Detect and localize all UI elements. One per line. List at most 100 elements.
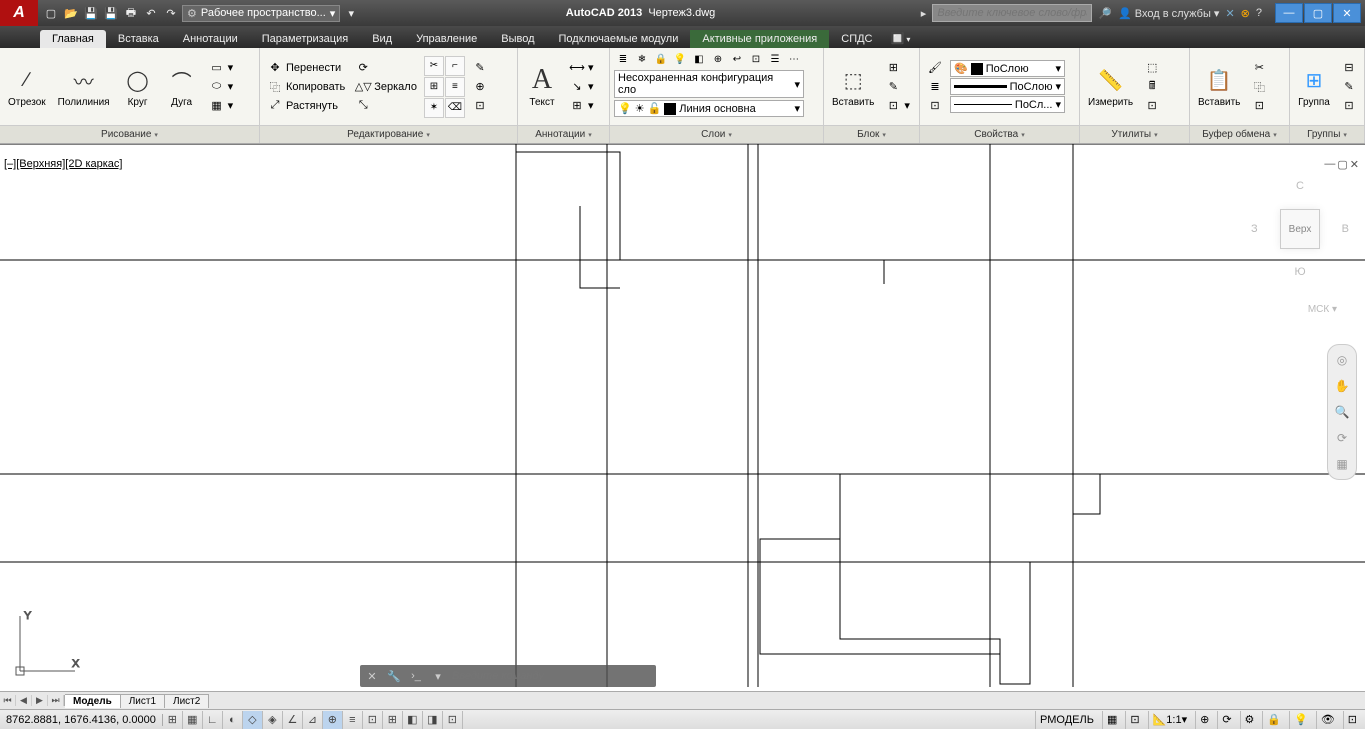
group-mgr-button[interactable]: ⊡ xyxy=(1338,97,1360,115)
erase-button[interactable]: ⌫ xyxy=(445,98,465,118)
play-icon[interactable]: ▸ xyxy=(921,7,927,20)
quickcalc-button[interactable]: 🖩 xyxy=(1141,78,1163,96)
trim-button[interactable]: ✂ xyxy=(424,56,444,76)
layer-lock-button[interactable]: 🔒 xyxy=(652,50,670,68)
orbit-icon[interactable]: ⟳ xyxy=(1333,429,1351,447)
layer-walk-button[interactable]: ☰ xyxy=(766,50,784,68)
move-button[interactable]: ✥Перенести xyxy=(264,59,348,77)
stretch-button[interactable]: ⤢Растянуть xyxy=(264,97,348,115)
qat-more-icon[interactable]: ▾ xyxy=(342,4,360,22)
layer-prev-button[interactable]: ↩ xyxy=(728,50,746,68)
rect-button[interactable]: ▭▾ xyxy=(206,59,237,77)
panel-annot-title[interactable]: Аннотации xyxy=(518,125,609,143)
explode-button[interactable]: ✶ xyxy=(424,98,444,118)
layer-state-dropdown[interactable]: Несохраненная конфигурация сло▾ xyxy=(614,70,804,98)
measure-button[interactable]: 📏Измерить xyxy=(1084,63,1137,110)
3dosnap-toggle[interactable]: ◈ xyxy=(263,711,283,729)
infocenter-icon[interactable]: 🔎 xyxy=(1098,7,1112,20)
props-more-button[interactable]: ⊡ xyxy=(924,97,946,115)
viewcube-face[interactable]: Верх xyxy=(1280,209,1320,249)
cmd-history-icon[interactable]: ▾ xyxy=(430,670,446,683)
maximize-button[interactable]: ▢ xyxy=(1304,3,1332,23)
qp-toggle[interactable]: ⊞ xyxy=(383,711,403,729)
grid-toggle[interactable]: ▦ xyxy=(183,711,203,729)
command-input[interactable] xyxy=(452,670,652,682)
select-button[interactable]: ⬚ xyxy=(1141,59,1163,77)
group-edit-button[interactable]: ✎ xyxy=(1338,78,1360,96)
cut-button[interactable]: ✂ xyxy=(1248,59,1270,77)
wcs-dropdown[interactable]: МСК ▾ xyxy=(1308,304,1337,315)
layer-dropdown[interactable]: 💡☀🔓 Линия основна▾ xyxy=(614,100,804,117)
leader-button[interactable]: ↘▾ xyxy=(566,78,597,96)
tab-annotate[interactable]: Аннотации xyxy=(171,30,250,48)
tab-output[interactable]: Вывод xyxy=(489,30,546,48)
save-icon[interactable]: 💾 xyxy=(82,4,100,22)
signin-button[interactable]: 👤 Вход в службы ▾ xyxy=(1118,7,1219,20)
undo-icon[interactable]: ↶ xyxy=(142,4,160,22)
exchange-icon[interactable]: ✕ xyxy=(1225,7,1234,20)
zoom-icon[interactable]: 🔍 xyxy=(1333,403,1351,421)
close-button[interactable]: ✕ xyxy=(1333,3,1361,23)
layer-state-button[interactable]: ⊡ xyxy=(747,50,765,68)
match-props-button[interactable]: 🖌 xyxy=(924,59,946,77)
mod-extra1[interactable]: ✎ xyxy=(469,59,491,77)
polyline-button[interactable]: 〰Полилиния xyxy=(54,63,114,110)
cmd-config-icon[interactable]: 🔧 xyxy=(386,670,402,683)
layout-quick-icon[interactable]: ▦ xyxy=(1102,711,1121,729)
panel-groups-title[interactable]: Группы xyxy=(1290,125,1364,143)
saveas-icon[interactable]: 💾 xyxy=(102,4,120,22)
layer-match-button[interactable]: ⊕ xyxy=(709,50,727,68)
isolate-icon[interactable]: 👁 xyxy=(1316,711,1339,729)
panel-layers-title[interactable]: Слои xyxy=(610,125,823,143)
vp-close-icon[interactable]: ✕ xyxy=(1350,158,1359,171)
array-button[interactable]: ⊞ xyxy=(424,77,444,97)
layout-tab-sheet2[interactable]: Лист2 xyxy=(165,694,209,708)
showmotion-icon[interactable]: ▦ xyxy=(1333,455,1351,473)
color-dropdown[interactable]: 🎨ПоСлою▾ xyxy=(950,60,1065,77)
plot-icon[interactable]: 🖶 xyxy=(122,4,140,22)
polar-toggle[interactable]: ◐ xyxy=(223,711,243,729)
tab-spds[interactable]: СПДС xyxy=(829,30,884,48)
pan-icon[interactable]: ✋ xyxy=(1333,377,1351,395)
workspace-dropdown[interactable]: ⚙ Рабочее пространство... ▾ xyxy=(182,5,340,22)
selectall-button[interactable]: ⊡ xyxy=(1141,97,1163,115)
minimize-button[interactable]: — xyxy=(1275,3,1303,23)
new-icon[interactable]: ▢ xyxy=(42,4,60,22)
block-attr-button[interactable]: ⊡▾ xyxy=(882,97,913,115)
panel-block-title[interactable]: Блок xyxy=(824,125,919,143)
props-list-button[interactable]: ≣ xyxy=(924,78,946,96)
layer-props-button[interactable]: ≣ xyxy=(614,50,632,68)
tab-first-icon[interactable]: ⏮ xyxy=(0,695,16,706)
drawing-canvas[interactable]: [–][Верхняя][2D каркас] — ▢ ✕ С Ю В З Ве… xyxy=(0,144,1365,687)
layer-iso-button[interactable]: ◧ xyxy=(690,50,708,68)
layer-freeze-button[interactable]: ❄ xyxy=(633,50,651,68)
tab-prev-icon[interactable]: ◀ xyxy=(16,695,32,706)
rotate-button[interactable]: ⟳ xyxy=(352,59,420,77)
tab-view[interactable]: Вид xyxy=(360,30,404,48)
hardware-accel-icon[interactable]: 💡 xyxy=(1289,711,1312,729)
lwt-toggle[interactable]: ≡ xyxy=(343,711,363,729)
anno-scale-button[interactable]: 📐 1:1 ▾ xyxy=(1148,711,1192,729)
edit-block-button[interactable]: ✎ xyxy=(882,78,913,96)
ws-switch-icon[interactable]: ⚙ xyxy=(1240,711,1259,729)
search-input[interactable] xyxy=(932,4,1092,22)
panel-clip-title[interactable]: Буфер обмена xyxy=(1190,125,1289,143)
vp-max-icon[interactable]: ▢ xyxy=(1337,158,1347,171)
ungroup-button[interactable]: ⊟ xyxy=(1338,59,1360,77)
otrack-toggle[interactable]: ∠ xyxy=(283,711,303,729)
table-button[interactable]: ⊞▾ xyxy=(566,97,597,115)
anno-auto-icon[interactable]: ⟳ xyxy=(1217,711,1235,729)
insert-block-button[interactable]: ⬚Вставить xyxy=(828,63,878,110)
panel-draw-title[interactable]: Рисование xyxy=(0,125,259,143)
tab-active-apps[interactable]: Активные приложения xyxy=(690,30,829,48)
layout-tab-sheet1[interactable]: Лист1 xyxy=(121,694,165,708)
layer-more-button[interactable]: ⋯ xyxy=(785,50,803,68)
osnap-toggle[interactable]: ◇ xyxy=(243,711,263,729)
ortho-toggle[interactable]: ∟ xyxy=(203,711,223,729)
help-icon[interactable]: ? xyxy=(1256,7,1262,19)
sc-toggle[interactable]: ◧ xyxy=(403,711,423,729)
toolbar-lock-icon[interactable]: 🔒 xyxy=(1262,711,1285,729)
tab-last-icon[interactable]: ⏭ xyxy=(48,695,64,706)
fillet-button[interactable]: ⌐ xyxy=(445,56,465,76)
redo-icon[interactable]: ↷ xyxy=(162,4,180,22)
